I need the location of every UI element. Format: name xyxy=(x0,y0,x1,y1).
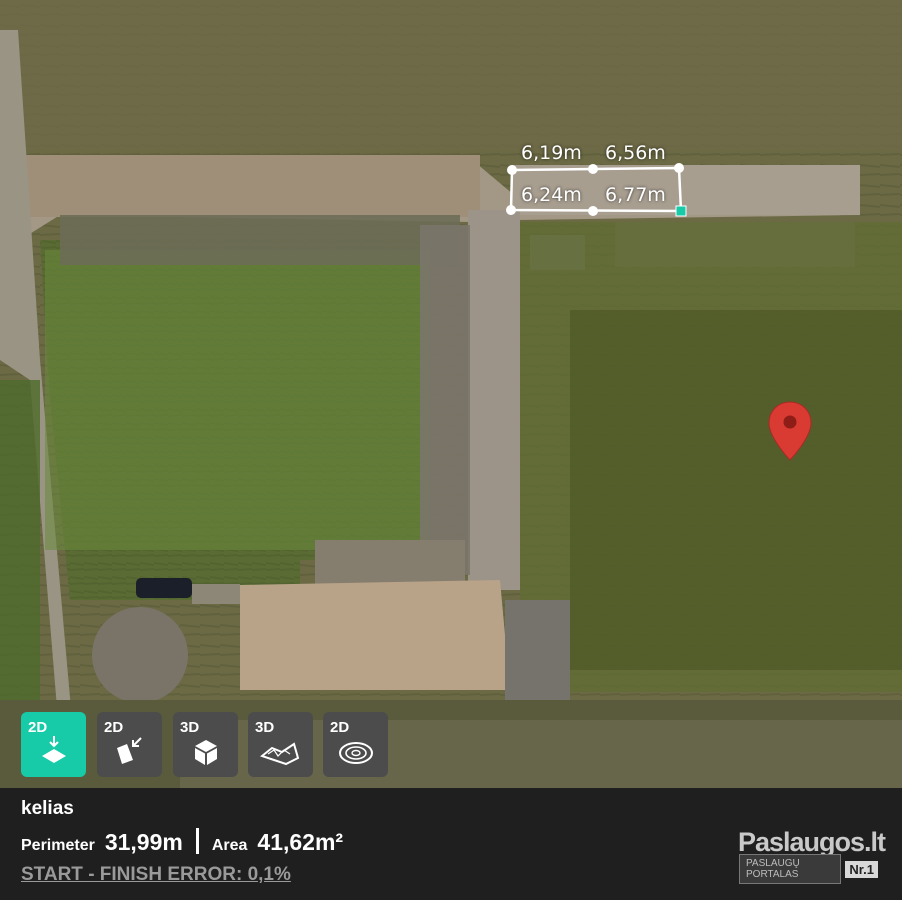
start-finish-error-link[interactable]: START - FINISH ERROR: 0,1% xyxy=(21,864,291,886)
view-2d-shape-button[interactable]: 2D xyxy=(97,712,162,777)
measure-label-top-right: 6,56m xyxy=(605,142,666,164)
polygon-vertex[interactable] xyxy=(674,163,684,173)
view-3d-terrain-button[interactable]: 3D xyxy=(248,712,313,777)
measurement-stats: Perimeter 31,99m Area 41,62m² xyxy=(21,828,343,856)
logo-badge: Nr.1 xyxy=(845,860,878,878)
measure-label-top-left: 6,19m xyxy=(521,142,582,164)
view-3d-cube-button[interactable]: 3D xyxy=(173,712,238,777)
view-2d-point-button[interactable]: 2D xyxy=(21,712,86,777)
measurement-name[interactable]: kelias xyxy=(21,798,74,820)
satellite-map[interactable]: 6,19m 6,56m 6,24m 6,77m 2D 2D 3D 3D 2D xyxy=(0,0,902,788)
logo-subtitle-row: PASLAUGŲ PORTALAS Nr.1 xyxy=(739,854,878,884)
paslaugos-logo: Paslaugos.lt PASLAUGŲ PORTALAS Nr.1 xyxy=(738,827,886,884)
polygon-midpoint[interactable] xyxy=(588,206,598,216)
polygon-midpoint[interactable] xyxy=(588,164,598,174)
stats-divider xyxy=(195,828,199,854)
measure-label-bottom-right: 6,77m xyxy=(605,184,666,206)
2d-shape-icon xyxy=(117,737,142,764)
perimeter-value: 31,99m xyxy=(104,829,183,855)
2d-point-icon xyxy=(42,736,66,763)
view-2d-contour-button[interactable]: 2D xyxy=(323,712,388,777)
measurement-info-panel: kelias Perimeter 31,99m Area 41,62m² START … xyxy=(0,788,902,900)
map-pin-icon[interactable] xyxy=(768,401,812,461)
2d-contour-icon xyxy=(339,742,373,764)
area-value: 41,62m² xyxy=(257,829,344,855)
3d-cube-icon xyxy=(195,740,217,765)
logo-subtitle: PASLAUGŲ PORTALAS xyxy=(739,854,842,884)
area-label: Area xyxy=(211,837,248,854)
polygon-end-handle[interactable] xyxy=(675,205,687,217)
3d-terrain-icon xyxy=(260,742,300,766)
polygon-vertex[interactable] xyxy=(506,205,516,215)
polygon-vertex[interactable] xyxy=(507,165,517,175)
measure-label-bottom-left: 6,24m xyxy=(521,184,582,206)
perimeter-label: Perimeter xyxy=(21,837,95,854)
measurement-overlay xyxy=(506,163,812,461)
